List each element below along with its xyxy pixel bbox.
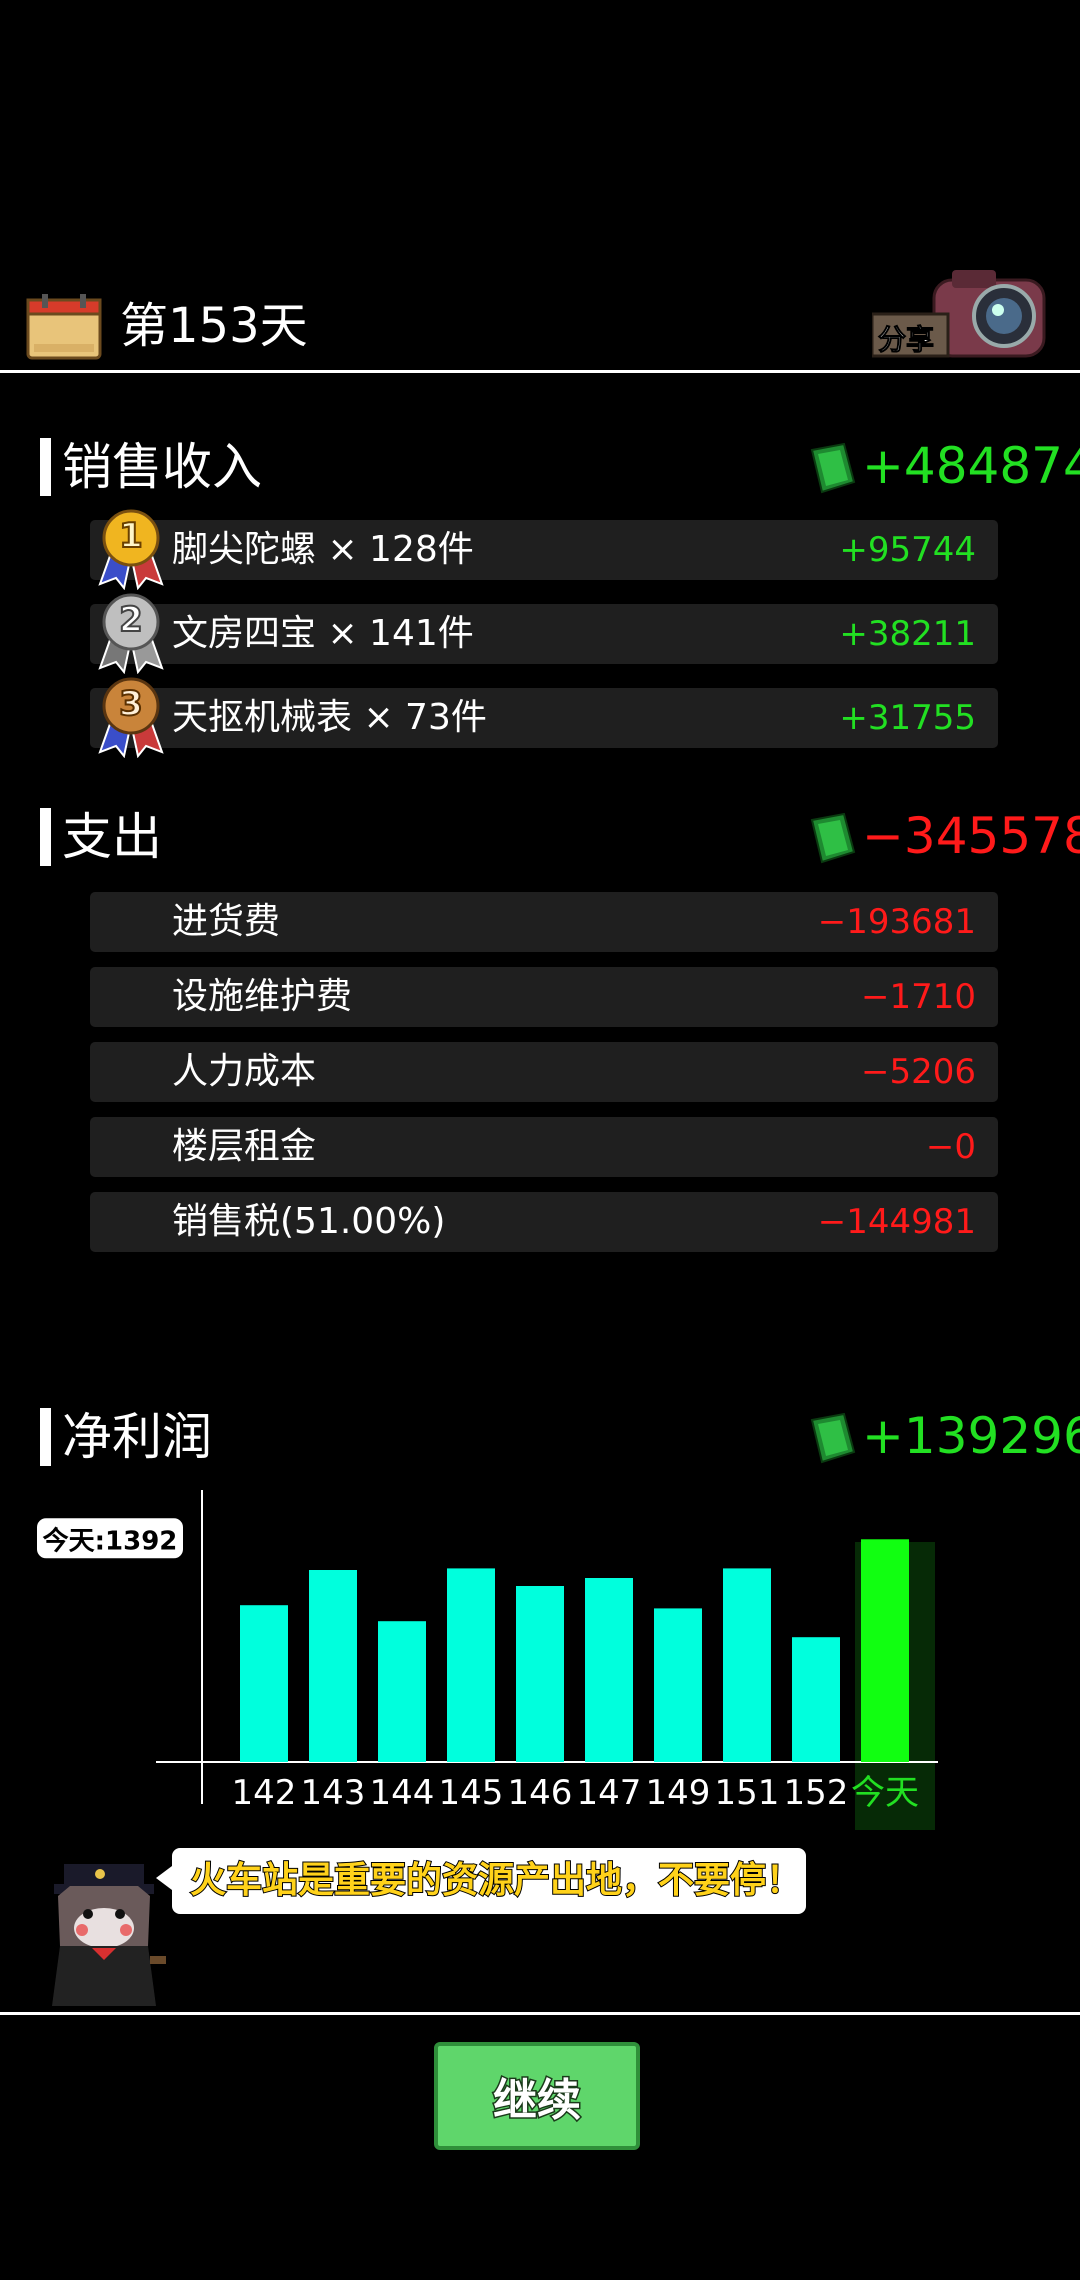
x-tick-label: 142	[232, 1773, 297, 1813]
x-tick-label: 今天	[851, 1773, 919, 1813]
profit-title: 净利润	[62, 1408, 212, 1466]
x-tick-label: 143	[301, 1773, 366, 1813]
expense-title: 支出	[62, 808, 162, 866]
day-title: 第153天	[120, 298, 308, 354]
sales-row: 天抠机械表 × 73件 +31755	[90, 688, 998, 748]
bronze-medal-icon: 3	[94, 676, 168, 759]
expense-item-value: −193681	[817, 902, 976, 942]
money-icon	[808, 1412, 858, 1464]
bar	[654, 1608, 702, 1762]
profit-total: +139296	[862, 1407, 1080, 1465]
x-tick-label: 152	[784, 1773, 849, 1813]
sales-item-value: +31755	[839, 698, 976, 738]
x-tick-label: 144	[370, 1773, 435, 1813]
expense-row: 人力成本 −5206	[90, 1042, 998, 1102]
expense-item-label: 设施维护费	[172, 976, 353, 1017]
medal-rank: 1	[118, 515, 144, 557]
silver-medal-icon: 2	[94, 592, 168, 675]
money-icon	[808, 442, 858, 494]
sales-item-value: +38211	[839, 614, 976, 654]
expense-item-value: −5206	[860, 1052, 976, 1092]
sales-title: 销售收入	[62, 438, 262, 496]
bar	[447, 1568, 495, 1762]
medal-rank: 3	[118, 683, 144, 725]
bar	[861, 1539, 909, 1762]
sales-row: 脚尖陀螺 × 128件 +95744	[90, 520, 998, 580]
profit-chart: 142 143 144 145 146 147 149 151 152 今天 今天:1392	[0, 1480, 1080, 1850]
sales-row: 文房四宝 × 141件 +38211	[90, 604, 998, 664]
header-divider	[0, 370, 1080, 373]
bar	[240, 1605, 288, 1762]
share-button[interactable]: 分享	[870, 266, 1052, 362]
bar	[723, 1568, 771, 1762]
continue-button[interactable]: 继续	[434, 2042, 640, 2150]
expense-item-label: 楼层租金	[172, 1126, 317, 1167]
expense-row: 销售税(51.00%) −144981	[90, 1192, 998, 1252]
hint-text: 火车站是重要的资源产出地，不要停！	[189, 1859, 803, 1902]
expense-total: −345578	[862, 807, 1080, 865]
hint-bubble: 火车站是重要的资源产出地，不要停！	[156, 1848, 806, 1914]
section-marker	[40, 438, 51, 496]
section-marker	[40, 808, 51, 866]
expense-row: 楼层租金 −0	[90, 1117, 998, 1177]
sales-item-label: 天抠机械表 × 73件	[172, 697, 487, 738]
money-icon	[808, 812, 858, 864]
calendar-icon	[26, 292, 102, 360]
bar	[585, 1578, 633, 1762]
expense-item-label: 人力成本	[172, 1051, 317, 1092]
expense-item-value: −0	[925, 1127, 976, 1167]
bar	[792, 1637, 840, 1762]
sales-item-value: +95744	[839, 530, 976, 570]
sales-item-label: 文房四宝 × 141件	[172, 613, 474, 654]
bar	[309, 1570, 357, 1762]
x-tick-label: 145	[439, 1773, 504, 1813]
x-tick-label: 147	[577, 1773, 642, 1813]
expense-item-value: −1710	[860, 977, 976, 1017]
gold-medal-icon: 1	[94, 508, 168, 591]
bar	[516, 1586, 564, 1762]
expense-item-label: 进货费	[172, 901, 281, 942]
continue-label: 继续	[492, 2074, 583, 2128]
expense-row: 进货费 −193681	[90, 892, 998, 952]
sales-item-label: 脚尖陀螺 × 128件	[172, 529, 474, 570]
footer-divider	[0, 2012, 1080, 2015]
expense-item-label: 销售税(51.00%)	[172, 1201, 446, 1242]
medal-rank: 2	[118, 599, 144, 641]
x-tick-label: 149	[646, 1773, 711, 1813]
sales-total: +484874	[862, 437, 1080, 495]
x-tick-label: 151	[715, 1773, 780, 1813]
expense-row: 设施维护费 −1710	[90, 967, 998, 1027]
bar	[378, 1621, 426, 1762]
today-value-label: 今天:1392	[43, 1525, 178, 1556]
section-marker	[40, 1408, 51, 1466]
share-label: 分享	[877, 323, 935, 357]
x-tick-label: 146	[508, 1773, 573, 1813]
expense-item-value: −144981	[817, 1202, 976, 1242]
